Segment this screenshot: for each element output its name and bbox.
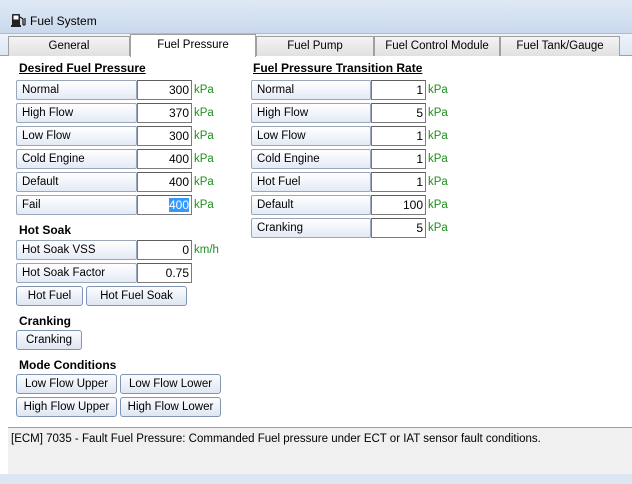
transition-hot-fuel-input[interactable]: 1	[371, 172, 426, 192]
low-flow-lower-button[interactable]: Low Flow Lower	[120, 374, 221, 394]
desired-default-unit: kPa	[194, 176, 214, 188]
cranking-button[interactable]: Cranking	[16, 330, 82, 350]
hot-soak-vss-label[interactable]: Hot Soak VSS	[16, 240, 137, 260]
transition-default-label[interactable]: Default	[251, 195, 371, 215]
desired-fail-value-selected: 400	[168, 198, 189, 212]
desired-high-flow-input[interactable]: 370	[137, 103, 192, 123]
transition-cold-engine-input[interactable]: 1	[371, 149, 426, 169]
hot-fuel-soak-button[interactable]: Hot Fuel Soak	[86, 286, 187, 306]
title-bar: Fuel System	[0, 0, 632, 34]
mode-conditions-title: Mode Conditions	[19, 358, 117, 372]
transition-high-flow-unit: kPa	[428, 107, 448, 119]
desired-normal-label[interactable]: Normal	[16, 80, 137, 100]
transition-normal-input[interactable]: 1	[371, 80, 426, 100]
desired-high-flow-label[interactable]: High Flow	[16, 103, 137, 123]
high-flow-lower-button[interactable]: High Flow Lower	[120, 397, 221, 417]
transition-low-flow-input[interactable]: 1	[371, 126, 426, 146]
transition-low-flow-label[interactable]: Low Flow	[251, 126, 371, 146]
tab-general[interactable]: General	[8, 36, 130, 56]
cranking-title: Cranking	[19, 314, 72, 328]
transition-cranking-input[interactable]: 5	[371, 218, 426, 238]
status-message-panel: [ECM] 7035 - Fault Fuel Pressure: Comman…	[8, 427, 632, 474]
transition-cold-engine-label[interactable]: Cold Engine	[251, 149, 371, 169]
tab-fuel-pressure[interactable]: Fuel Pressure	[130, 34, 256, 57]
hot-fuel-button[interactable]: Hot Fuel	[16, 286, 83, 306]
tab-fuel-pump[interactable]: Fuel Pump	[256, 36, 374, 56]
status-message: [ECM] 7035 - Fault Fuel Pressure: Comman…	[11, 433, 541, 445]
desired-low-flow-label[interactable]: Low Flow	[16, 126, 137, 146]
transition-default-input[interactable]: 100	[371, 195, 426, 215]
bottom-border	[0, 474, 632, 484]
desired-low-flow-unit: kPa	[194, 130, 214, 142]
desired-cold-engine-unit: kPa	[194, 153, 214, 165]
transition-high-flow-input[interactable]: 5	[371, 103, 426, 123]
desired-fail-input[interactable]: 400	[137, 195, 192, 215]
transition-high-flow-label[interactable]: High Flow	[251, 103, 371, 123]
desired-high-flow-unit: kPa	[194, 107, 214, 119]
desired-normal-unit: kPa	[194, 84, 214, 96]
tab-strip: General Fuel Pressure Fuel Pump Fuel Con…	[0, 34, 632, 57]
hot-soak-factor-label[interactable]: Hot Soak Factor	[16, 263, 137, 283]
transition-cranking-label[interactable]: Cranking	[251, 218, 371, 238]
transition-normal-unit: kPa	[428, 84, 448, 96]
desired-cold-engine-label[interactable]: Cold Engine	[16, 149, 137, 169]
desired-low-flow-input[interactable]: 300	[137, 126, 192, 146]
desired-default-label[interactable]: Default	[16, 172, 137, 192]
fuel-pump-icon	[11, 14, 26, 27]
hot-soak-factor-input[interactable]: 0.75	[137, 263, 192, 283]
desired-cold-engine-input[interactable]: 400	[137, 149, 192, 169]
transition-cranking-unit: kPa	[428, 222, 448, 234]
hot-soak-vss-unit: km/h	[194, 244, 219, 256]
transition-hot-fuel-label[interactable]: Hot Fuel	[251, 172, 371, 192]
desired-normal-input[interactable]: 300	[137, 80, 192, 100]
hot-soak-title: Hot Soak	[19, 223, 72, 237]
desired-fuel-pressure-title: Desired Fuel Pressure	[19, 61, 146, 75]
desired-default-input[interactable]: 400	[137, 172, 192, 192]
tab-fuel-control-module[interactable]: Fuel Control Module	[374, 36, 500, 56]
transition-rate-title: Fuel Pressure Transition Rate	[253, 61, 423, 75]
transition-hot-fuel-unit: kPa	[428, 176, 448, 188]
transition-cold-engine-unit: kPa	[428, 153, 448, 165]
desired-fail-label[interactable]: Fail	[16, 195, 137, 215]
hot-soak-vss-input[interactable]: 0	[137, 240, 192, 260]
desired-fail-unit: kPa	[194, 199, 214, 211]
transition-default-unit: kPa	[428, 199, 448, 211]
transition-normal-label[interactable]: Normal	[251, 80, 371, 100]
transition-low-flow-unit: kPa	[428, 130, 448, 142]
low-flow-upper-button[interactable]: Low Flow Upper	[16, 374, 117, 394]
tab-fuel-tank-gauge[interactable]: Fuel Tank/Gauge	[500, 36, 620, 56]
window-title: Fuel System	[30, 14, 97, 28]
high-flow-upper-button[interactable]: High Flow Upper	[16, 397, 117, 417]
